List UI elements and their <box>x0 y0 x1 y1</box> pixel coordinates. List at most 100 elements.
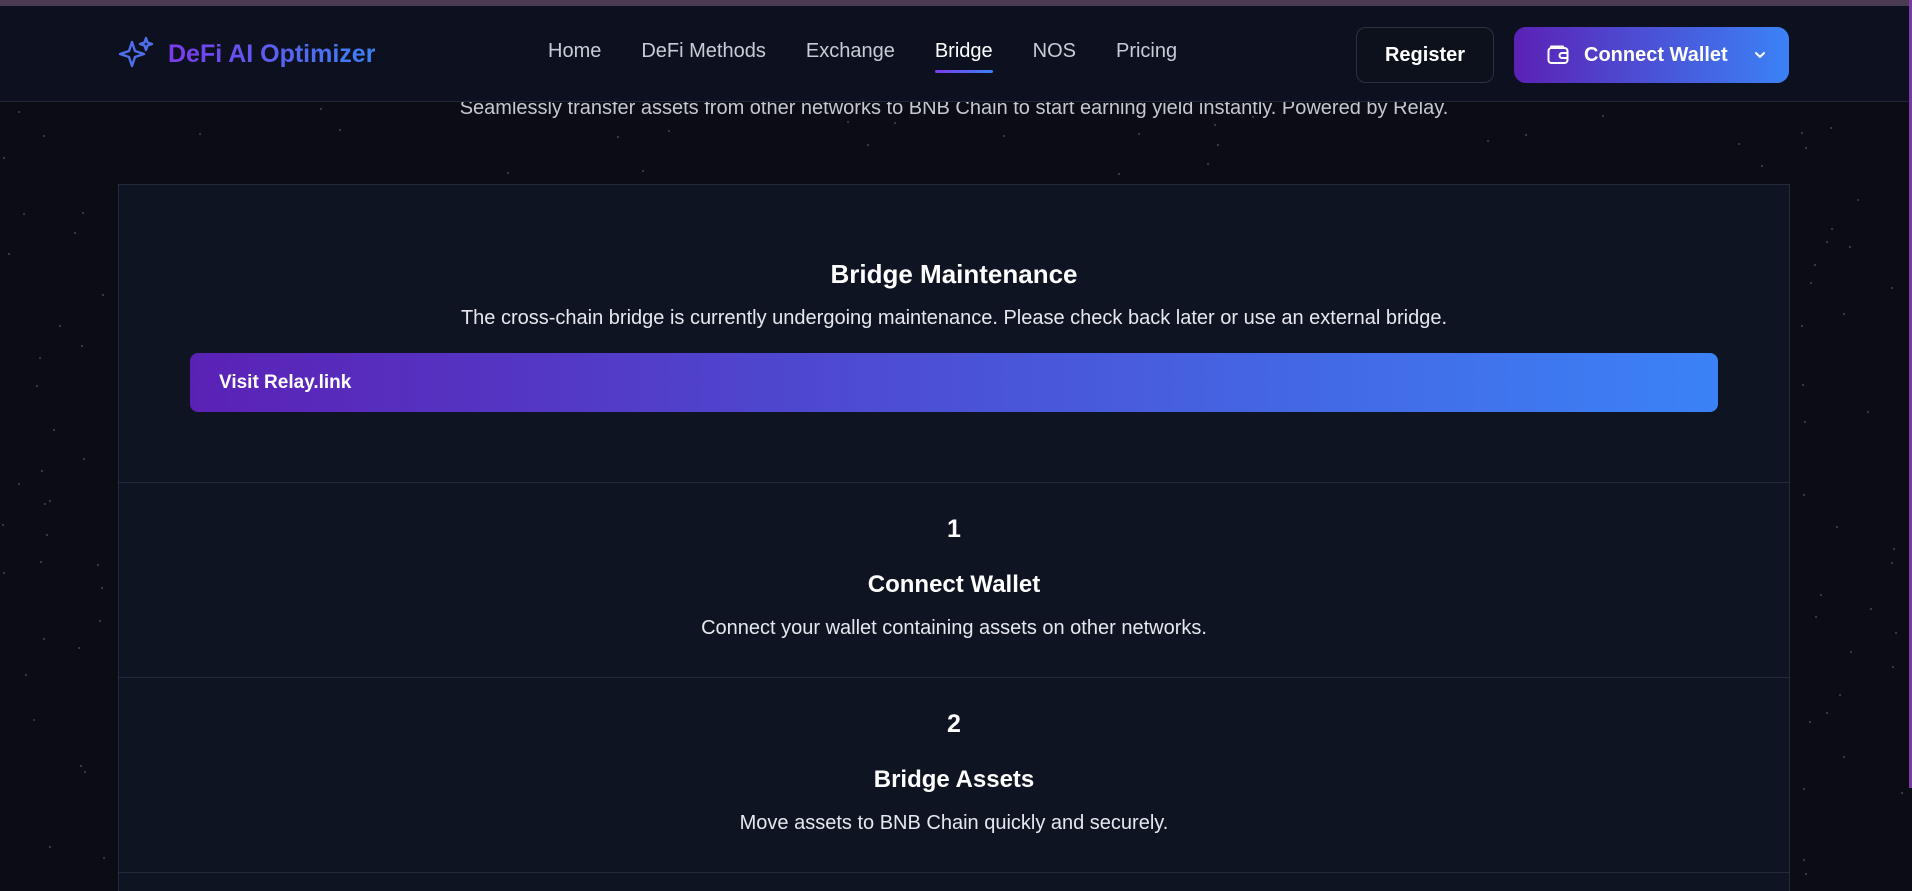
star-dot <box>641 170 644 173</box>
step-number: 2 <box>947 710 961 738</box>
connect-wallet-label: Connect Wallet <box>1584 43 1728 66</box>
star-dot <box>101 293 104 296</box>
star-dot <box>1804 872 1807 875</box>
star-dot <box>1486 140 1489 143</box>
star-dot <box>1829 126 1832 129</box>
star-dot <box>668 129 671 132</box>
register-button-label: Register <box>1384 43 1466 66</box>
star-dot <box>1894 631 1897 634</box>
star-dot <box>1206 163 1209 166</box>
maintenance-section: Bridge Maintenance The cross-chain bridg… <box>119 185 1789 483</box>
star-dot <box>2 523 5 526</box>
star-dot <box>1836 525 1839 528</box>
star-dot <box>1843 313 1846 316</box>
star-dot <box>35 385 38 388</box>
bridge-card: Bridge Maintenance The cross-chain bridg… <box>118 184 1790 891</box>
star-dot <box>46 533 49 536</box>
main-nav: Home DeFi Methods Exchange Bridge NOS Pr… <box>548 40 1177 73</box>
star-dot <box>1808 720 1811 723</box>
brand-name: DeFi AI Optimizer <box>168 39 376 68</box>
star-dot <box>846 121 849 124</box>
star-dot <box>1803 859 1806 861</box>
star-dot <box>1826 711 1829 714</box>
star-dot <box>43 638 46 641</box>
star-dot <box>1803 493 1806 496</box>
star-dot <box>1815 616 1818 619</box>
step-title: Bridge Assets <box>873 766 1035 793</box>
step-number: 1 <box>947 515 961 543</box>
maintenance-title: Bridge Maintenance <box>830 259 1078 289</box>
star-dot <box>96 563 99 566</box>
star-dot <box>3 156 6 159</box>
star-dot <box>1831 228 1834 231</box>
top-navbar: DeFi AI Optimizer Home DeFi Methods Exch… <box>0 6 1909 102</box>
star-dot <box>7 253 10 256</box>
visit-relay-button[interactable]: Visit Relay.link <box>190 353 1718 412</box>
brand-logo[interactable]: DeFi AI Optimizer <box>118 36 375 72</box>
step-description: Connect your wallet containing assets on… <box>701 617 1207 639</box>
star-dot <box>1802 383 1805 386</box>
star-dot <box>1804 146 1807 149</box>
star-dot <box>17 483 20 486</box>
star-dot <box>338 129 341 132</box>
sparkles-icon <box>118 36 154 68</box>
wallet-icon <box>1547 45 1569 64</box>
star-dot <box>40 469 43 472</box>
nav-bridge[interactable]: Bridge <box>934 40 993 73</box>
star-dot <box>1893 547 1896 550</box>
star-dot <box>1901 792 1904 795</box>
star-dot <box>39 561 42 564</box>
register-button[interactable]: Register <box>1356 27 1494 83</box>
star-dot <box>1761 165 1764 168</box>
star-dot <box>1890 286 1893 289</box>
star-dot <box>83 457 86 460</box>
star-dot <box>44 502 47 505</box>
step-title: Connect Wallet <box>867 571 1041 598</box>
star-dot <box>1524 133 1527 136</box>
star-dot <box>48 499 51 502</box>
star-dot <box>866 143 869 146</box>
star-dot <box>1216 143 1219 146</box>
star-dot <box>81 345 84 348</box>
star-dot <box>25 673 28 676</box>
star-dot <box>59 324 62 327</box>
star-dot <box>23 213 26 216</box>
chevron-down-icon <box>1754 52 1765 58</box>
star-dot <box>3 572 6 575</box>
star-dot <box>1839 694 1842 697</box>
star-dot <box>199 133 202 136</box>
star-dot <box>38 357 41 360</box>
nav-nos[interactable]: NOS <box>1033 40 1076 73</box>
star-dot <box>1809 282 1812 285</box>
star-dot <box>1843 755 1846 758</box>
star-dot <box>617 135 620 138</box>
star-dot <box>1738 143 1741 146</box>
nav-defi-methods[interactable]: DeFi Methods <box>641 40 766 73</box>
nav-exchange[interactable]: Exchange <box>806 40 895 73</box>
star-dot <box>1003 134 1006 137</box>
star-dot <box>1214 123 1217 126</box>
star-dot <box>1803 788 1806 791</box>
nav-pricing[interactable]: Pricing <box>1116 40 1177 73</box>
step-connect-wallet: 1 Connect Wallet Connect your wallet con… <box>119 483 1789 678</box>
star-dot <box>1820 593 1823 596</box>
star-dot <box>73 231 76 234</box>
connect-wallet-button[interactable]: Connect Wallet <box>1514 27 1789 83</box>
star-dot <box>81 211 84 214</box>
star-dot <box>1804 420 1807 423</box>
star-dot <box>77 647 80 650</box>
star-dot <box>1801 131 1804 134</box>
star-dot <box>1869 608 1872 611</box>
star-dot <box>1138 132 1141 135</box>
star-dot <box>1813 264 1816 267</box>
star-dot <box>52 429 55 432</box>
star-dot <box>98 619 101 622</box>
star-dot <box>1892 665 1895 668</box>
star-dot <box>1825 241 1828 244</box>
star-dot <box>84 770 87 773</box>
star-dot <box>1866 411 1869 414</box>
star-dot <box>1800 325 1803 328</box>
nav-home[interactable]: Home <box>548 40 601 73</box>
star-dot <box>48 845 51 848</box>
star-dot <box>103 856 106 859</box>
